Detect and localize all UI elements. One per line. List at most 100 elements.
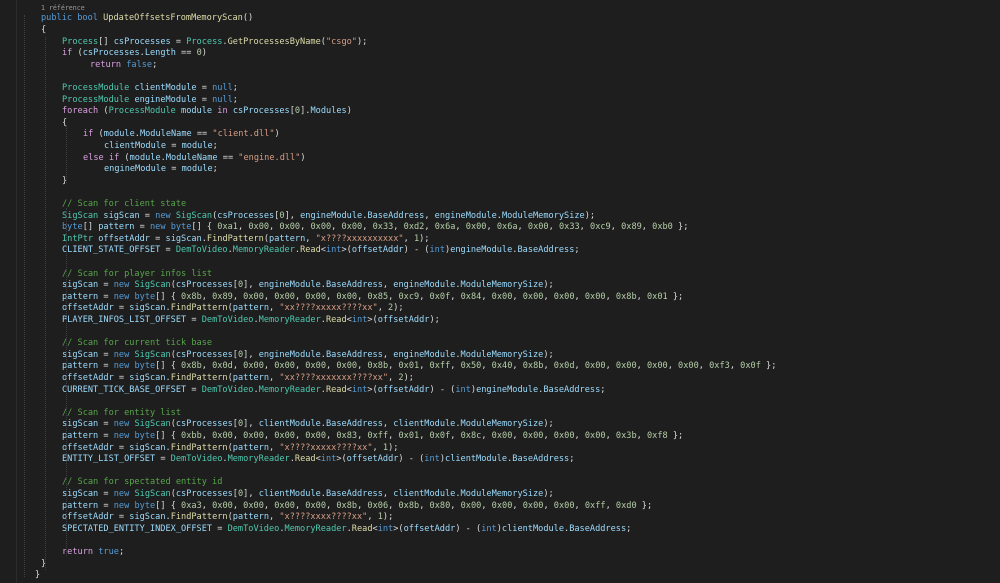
code-token: MemoryReader <box>258 384 321 395</box>
code-token: 0x0f <box>429 291 451 302</box>
code-token: ProcessModule <box>108 106 176 117</box>
code-token: DemToVideo <box>201 315 254 325</box>
code-token: // Scan for client state <box>62 199 187 209</box>
code-token: "x????xxxx????xx" <box>279 512 368 523</box>
code-token: engineModule <box>450 245 513 256</box>
code-area[interactable]: 1 référence public bool UpdateOffsetsFrom… <box>0 0 1000 583</box>
code-token: pattern <box>62 500 99 511</box>
code-line: ProcessModule clientModule = null; <box>0 83 1000 95</box>
code-token: , <box>294 361 306 372</box>
code-token: = <box>186 384 202 395</box>
code-token: pattern <box>232 373 270 383</box>
code-line: // Scan for current tick base <box>0 338 1000 350</box>
code-line: } <box>0 176 1000 188</box>
code-token: sigScan <box>165 233 202 244</box>
code-token: CLIENT_STATE_OFFSET <box>62 245 161 256</box>
code-token: true <box>98 547 119 557</box>
code-token: 0x0f <box>740 361 761 372</box>
code-token: 0x00 <box>243 431 264 441</box>
code-token: 0x0d <box>212 361 233 372</box>
code-token: 0x83 <box>336 431 358 441</box>
code-line: clientModule = module; <box>0 141 1000 153</box>
code-token: , <box>636 431 647 441</box>
code-token: ) - ( <box>398 454 425 465</box>
code-token: engineModule <box>258 280 321 291</box>
code-token: 0x00 <box>522 500 544 511</box>
code-token: 0x00 <box>243 291 264 302</box>
code-token: engineModule <box>393 280 456 291</box>
code-token: , <box>237 222 249 233</box>
code-token: GetProcessesByName <box>227 36 321 47</box>
code-line: PLAYER_INFOS_LIST_OFFSET = DemToVideo.Me… <box>0 315 1000 327</box>
code-token: clientModule <box>258 489 321 499</box>
code-line: // Scan for entity list <box>0 408 1000 420</box>
code-token: foreach <box>62 106 99 117</box>
code-token: , <box>388 373 399 383</box>
code-token: 0xff <box>584 500 606 511</box>
code-token: = <box>98 500 114 511</box>
code-token: offsetAddr <box>377 384 430 395</box>
code-token: byte <box>134 291 156 302</box>
code-line: pattern = new byte[] { 0x8b, 0x89, 0x00,… <box>0 292 1000 304</box>
code-token: offsetAddr <box>62 373 114 383</box>
code-token: if <box>108 152 120 163</box>
code-token: Read <box>294 454 316 465</box>
code-token: , <box>512 361 523 372</box>
code-token: false <box>126 59 153 70</box>
code-line: foreach (ProcessModule module in csProce… <box>0 106 1000 118</box>
code-token: PLAYER_INFOS_LIST_OFFSET <box>62 315 187 325</box>
code-token: ; <box>600 384 606 395</box>
code-token: = <box>98 280 114 291</box>
indent-guide <box>66 208 67 556</box>
code-editor[interactable]: 1 référence public bool UpdateOffsetsFrom… <box>0 0 1000 583</box>
code-token: = <box>170 36 187 47</box>
code-token: // Scan for entity list <box>62 407 181 418</box>
code-token: , <box>367 512 378 523</box>
code-token: CURRENT_TICK_BASE_OFFSET <box>62 384 187 395</box>
code-token: csProcesses <box>175 349 233 360</box>
code-token: [] { <box>191 222 218 233</box>
code-token: engineModule <box>104 164 167 175</box>
code-token: new <box>149 222 166 233</box>
code-token: ) <box>300 152 306 163</box>
code-token: ) - ( <box>403 245 430 256</box>
code-token: byte <box>134 431 156 441</box>
code-token: 0xc9 <box>590 222 611 233</box>
code-token: , <box>372 442 383 453</box>
code-token: , <box>605 500 616 511</box>
code-token: , <box>357 431 368 441</box>
code-token: , <box>388 431 399 441</box>
code-token: , <box>263 361 275 372</box>
code-line: sigScan = new SigScan(csProcesses[0], en… <box>0 280 1000 292</box>
code-token: , <box>232 500 244 511</box>
code-token: 0x00 <box>553 291 575 302</box>
code-token: BaseAddress <box>569 523 627 534</box>
code-token: , <box>481 431 492 441</box>
code-token: [] { <box>155 291 182 302</box>
code-token: , <box>263 500 275 511</box>
code-token: , <box>263 431 275 441</box>
code-token: , <box>382 419 394 430</box>
code-token: , <box>517 222 528 233</box>
code-line: SigScan sigScan = new SigScan(csProcesse… <box>0 211 1000 223</box>
code-token: 0xf3 <box>709 361 730 372</box>
code-token: , <box>357 361 368 372</box>
code-line: } <box>0 559 1000 571</box>
code-token: ( <box>119 152 130 163</box>
code-token: 0x00 <box>243 361 264 372</box>
code-token: ], <box>243 489 259 499</box>
code-token: = <box>98 291 114 302</box>
code-token: null <box>212 94 233 105</box>
code-token: "x????xxxxx????xx" <box>279 442 373 453</box>
code-token: , <box>263 291 275 302</box>
code-token: // Scan for current tick base <box>62 338 213 349</box>
code-token: ) <box>274 129 280 140</box>
code-token: MemoryReader <box>284 523 347 534</box>
code-token: 0x33 <box>372 222 394 233</box>
code-token: = <box>166 164 182 175</box>
code-token: clientModule <box>501 523 565 534</box>
code-token: , <box>548 222 559 233</box>
code-token: pattern <box>62 361 99 372</box>
code-token: 0x00 <box>678 361 699 372</box>
code-token: null <box>212 83 233 93</box>
